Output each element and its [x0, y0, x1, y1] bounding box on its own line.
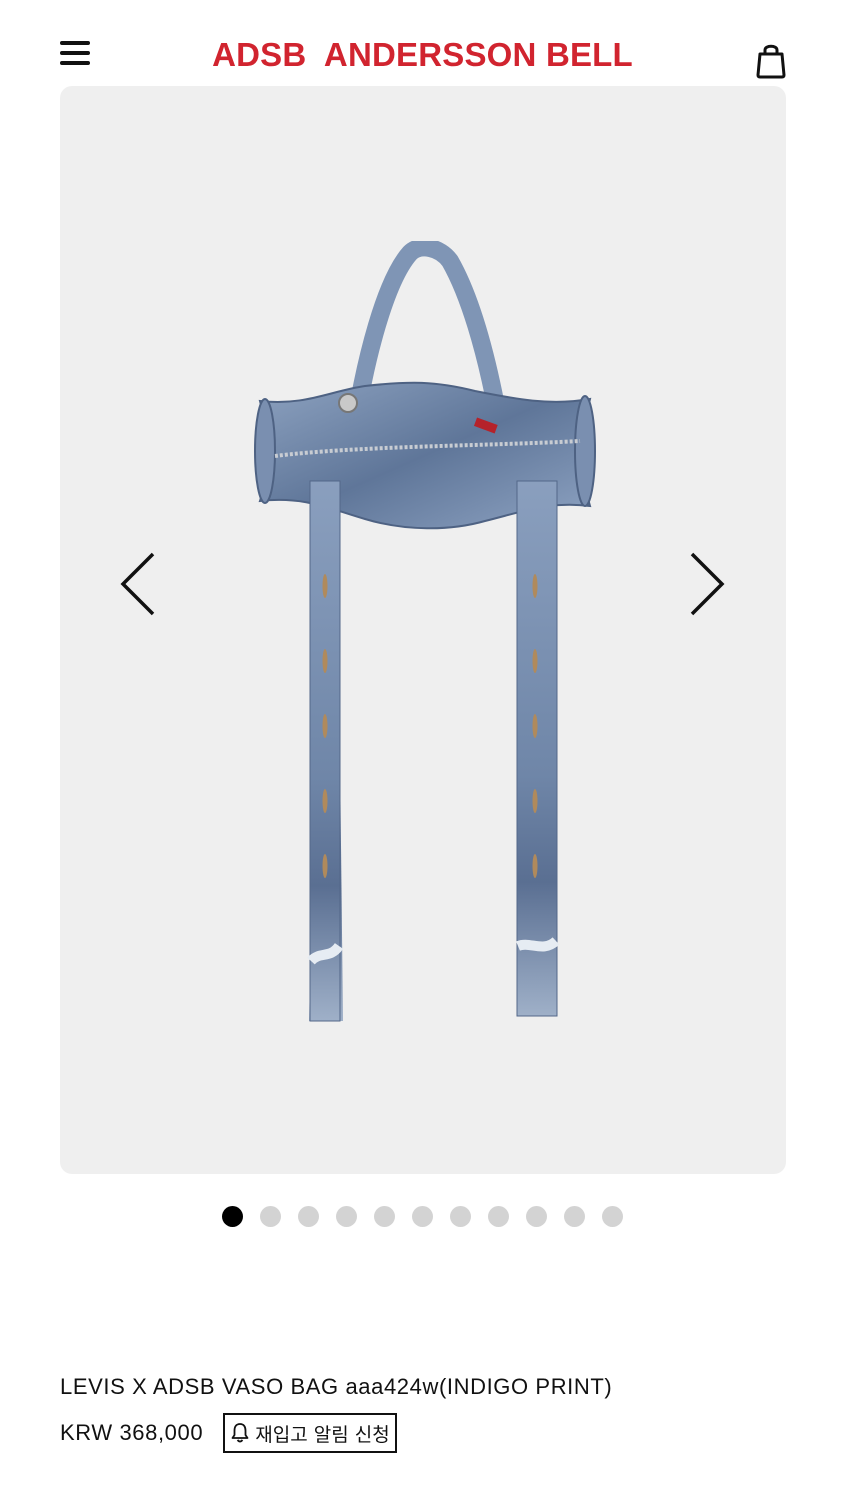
chevron-right-icon [690, 552, 725, 616]
cart-button[interactable] [752, 40, 790, 80]
shopping-bag-icon [756, 44, 786, 79]
chevron-left-icon [120, 552, 155, 616]
header: ADSB ANDERSSON BELL [0, 0, 845, 84]
product-title: LEVIS X ADSB VASO BAG aaa424w(INDIGO PRI… [60, 1374, 613, 1399]
pagination-dot[interactable] [260, 1206, 281, 1227]
pagination-dot[interactable] [602, 1206, 623, 1227]
pagination-dot[interactable] [450, 1206, 471, 1227]
restock-notification-button[interactable]: 재입고 알림 신청 [223, 1413, 397, 1453]
next-image-button[interactable] [680, 546, 730, 626]
denim-bag-product-image [254, 241, 596, 1022]
gallery-pagination [0, 1206, 845, 1227]
restock-label: 재입고 알림 신청 [255, 1423, 390, 1446]
pagination-dot[interactable] [412, 1206, 433, 1227]
pagination-dot[interactable] [488, 1206, 509, 1227]
pagination-dot[interactable] [336, 1206, 357, 1227]
pagination-dot[interactable] [374, 1206, 395, 1227]
brand-logo[interactable]: ADSB ANDERSSON BELL [0, 36, 845, 74]
pagination-dot[interactable] [526, 1206, 547, 1227]
pagination-dot[interactable] [564, 1206, 585, 1227]
product-image-gallery[interactable] [60, 86, 786, 1174]
product-price: KRW 368,000 [60, 1420, 204, 1445]
previous-image-button[interactable] [115, 546, 165, 626]
pagination-dot[interactable] [298, 1206, 319, 1227]
pagination-dot[interactable] [222, 1206, 243, 1227]
bell-icon [231, 1423, 249, 1443]
